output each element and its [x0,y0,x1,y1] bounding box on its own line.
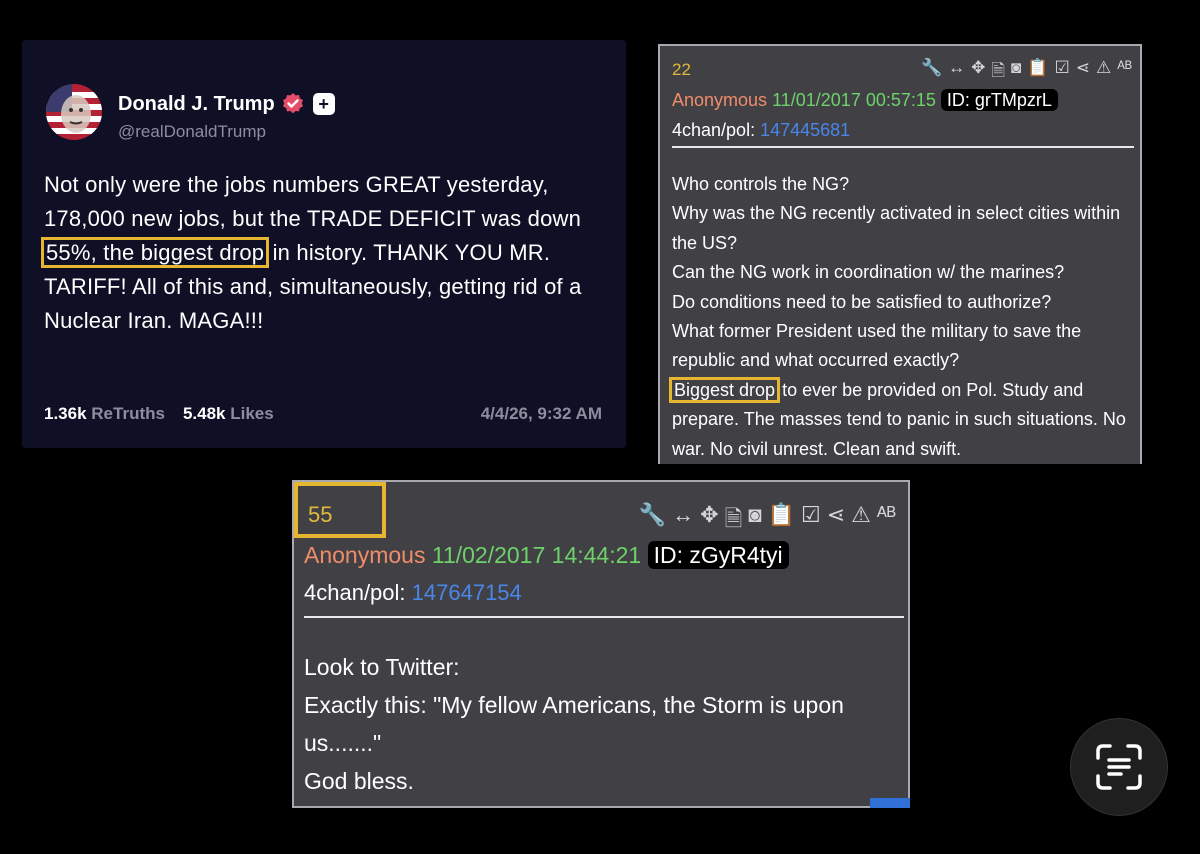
post-meta: Anonymous 11/02/2017 14:44:21 ID: zGyR4t… [304,541,789,569]
body-line: Why was the NG recently activated in sel… [672,203,1121,253]
move-icon[interactable]: ✥ [700,502,718,540]
post-text-before: Not only were the jobs numbers GREAT yes… [44,172,582,231]
resize-horizontal-icon[interactable]: ↔ [948,58,965,87]
vr-goggles-icon[interactable]: ◙ [1011,58,1021,87]
post-date: 11/01/2017 00:57:15 [772,90,936,110]
post-number: 55 [294,482,386,538]
body-line: Do conditions need to be satisfied to au… [672,291,1052,312]
post-author: Anonymous [672,90,768,110]
warning-icon[interactable]: ⚠ [1096,58,1111,87]
verified-badge-icon [282,93,303,114]
post-timestamp: 4/4/26, 9:32 AM [480,404,602,423]
author-block: Donald J. Trump + @realDonaldTrump [118,92,335,142]
post-toolbar: 🔧 ↔ ✥ 🗎 ◙ 📋 ☑ ⋖ ⚠ ᴬᴮ [921,58,1132,87]
post-meta: Anonymous 11/01/2017 00:57:15 ID: grTMpz… [672,89,1058,111]
highlighted-phrase: 55%, the biggest drop [40,237,270,268]
clipboard-check-icon[interactable]: ☑ [1054,58,1069,87]
retruths-stat[interactable]: 1.36k ReTruths [44,404,165,424]
body-line: What former President used the military … [672,321,1082,371]
likes-label: Likes [230,404,274,423]
clipboard-check-icon[interactable]: ☑ [801,502,821,540]
retruths-count: 1.36k [44,404,87,423]
document-icon[interactable]: 🗎 [725,502,743,540]
move-icon[interactable]: ✥ [971,58,985,87]
body-line: God bless. [304,768,414,794]
divider [304,616,904,618]
highlighted-phrase: Biggest drop [668,376,781,403]
clipboard-icon[interactable]: 📋 [1027,58,1048,87]
truth-social-post: Donald J. Trump + @realDonaldTrump Not o… [22,40,626,448]
post-link[interactable]: 147445681 [760,120,850,140]
divider [672,146,1134,148]
post-board: 4chan/pol: 147445681 [672,120,850,141]
post-board: 4chan/pol: 147647154 [304,580,522,606]
body-line: Who controls the NG? [672,174,850,194]
post-toolbar: 🔧 ↔ ✥ 🗎 ◙ 📋 ☑ ⋖ ⚠ ᴬᴮ [639,502,896,540]
post-stats: 1.36k ReTruths 5.48k Likes [44,404,274,424]
post-body: Look to Twitter: Exactly this: "My fello… [304,648,894,800]
share-icon[interactable]: ⋖ [827,502,845,540]
live-text-icon [1096,744,1142,790]
author-name[interactable]: Donald J. Trump [118,93,275,116]
avatar[interactable] [46,84,102,140]
poster-id: ID: zGyR4tyi [647,541,789,569]
vr-goggles-icon[interactable]: ◙ [748,502,761,540]
q-post-22: 22 🔧 ↔ ✥ 🗎 ◙ 📋 ☑ ⋖ ⚠ ᴬᴮ Anonymous 11/01/… [658,44,1142,464]
warning-icon[interactable]: ⚠ [851,502,871,540]
retruths-label: ReTruths [91,404,165,423]
post-author: Anonymous [304,542,426,568]
body-line: Look to Twitter: [304,654,460,680]
q-post-55: 55 🔧 ↔ ✥ 🗎 ◙ 📋 ☑ ⋖ ⚠ ᴬᴮ Anonymous 11/02/… [292,480,910,808]
body-line: Exactly this: "My fellow Americans, the … [304,692,844,756]
post-body: Who controls the NG? Why was the NG rece… [668,170,1134,464]
body-line: Can the NG work in coordination w/ the m… [672,262,1065,283]
post-link[interactable]: 147647154 [412,580,522,605]
author-handle[interactable]: @realDonaldTrump [118,122,335,142]
resize-horizontal-icon[interactable]: ↔ [672,502,694,540]
spellcheck-icon[interactable]: ᴬᴮ [1117,58,1132,87]
document-icon[interactable]: 🗎 [991,58,1005,87]
likes-stat[interactable]: 5.48k Likes [183,404,274,424]
spellcheck-icon[interactable]: ᴬᴮ [877,502,896,540]
scroll-tab[interactable] [870,798,910,808]
plus-badge-icon: + [312,93,335,115]
body-line-highlight: Biggest drop to ever be provided on Pol.… [668,376,1134,464]
poster-id: ID: grTMpzrL [940,89,1058,111]
board-label: 4chan/pol: [304,580,406,605]
post-date: 11/02/2017 14:44:21 [431,542,642,568]
post-number: 22 [672,60,691,79]
board-label: 4chan/pol: [672,120,756,140]
live-text-button[interactable] [1070,718,1168,816]
post-text: Not only were the jobs numbers GREAT yes… [40,168,604,338]
wrench-icon[interactable]: 🔧 [639,502,666,540]
likes-count: 5.48k [182,404,226,423]
share-icon[interactable]: ⋖ [1076,58,1090,87]
clipboard-icon[interactable]: 📋 [768,502,795,540]
wrench-icon[interactable]: 🔧 [921,58,942,87]
